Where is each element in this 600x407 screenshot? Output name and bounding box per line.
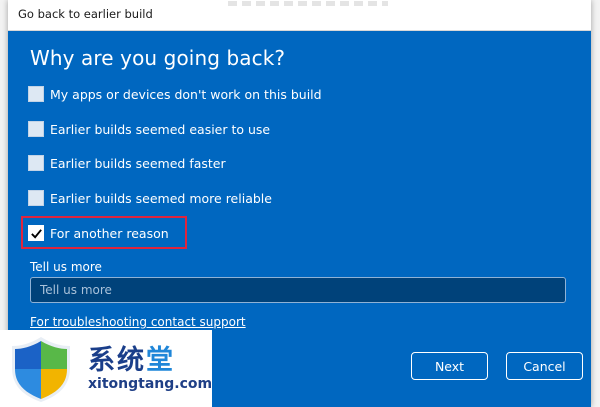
- option-apps-devices[interactable]: My apps or devices don't work on this bu…: [28, 83, 322, 105]
- option-label: Earlier builds seemed faster: [50, 155, 226, 171]
- watermark-chars: 系统: [88, 345, 146, 376]
- title-bar-background-text: [228, 1, 388, 6]
- shield-logo-icon: [12, 337, 70, 402]
- watermark-accent-char: 堂: [146, 345, 175, 376]
- option-label: My apps or devices don't work on this bu…: [50, 86, 322, 102]
- title-bar: Go back to earlier build: [8, 0, 591, 31]
- window-title: Go back to earlier build: [18, 7, 153, 21]
- option-faster[interactable]: Earlier builds seemed faster: [28, 152, 226, 174]
- cancel-button[interactable]: Cancel: [506, 352, 583, 380]
- watermark-url: xitongtang.com: [88, 376, 213, 392]
- dialog-heading: Why are you going back?: [30, 46, 286, 70]
- selection-highlight-box: [21, 216, 187, 249]
- option-more-reliable[interactable]: Earlier builds seemed more reliable: [28, 187, 272, 209]
- checkbox-easier[interactable]: [28, 121, 44, 137]
- checkbox-faster[interactable]: [28, 155, 44, 171]
- troubleshooting-support-link[interactable]: For troubleshooting contact support: [30, 315, 246, 329]
- tell-us-more-input[interactable]: [30, 277, 566, 303]
- checkbox-more-reliable[interactable]: [28, 190, 44, 206]
- option-easier[interactable]: Earlier builds seemed easier to use: [28, 118, 270, 140]
- option-label: Earlier builds seemed more reliable: [50, 190, 272, 206]
- watermark-brand-text: 系统堂: [88, 338, 175, 377]
- next-button[interactable]: Next: [411, 352, 488, 380]
- option-label: Earlier builds seemed easier to use: [50, 121, 271, 137]
- tell-us-more-label: Tell us more: [30, 260, 102, 274]
- watermark-logo: 系统堂 xitongtang.com: [0, 330, 212, 407]
- checkbox-apps-devices[interactable]: [28, 86, 44, 102]
